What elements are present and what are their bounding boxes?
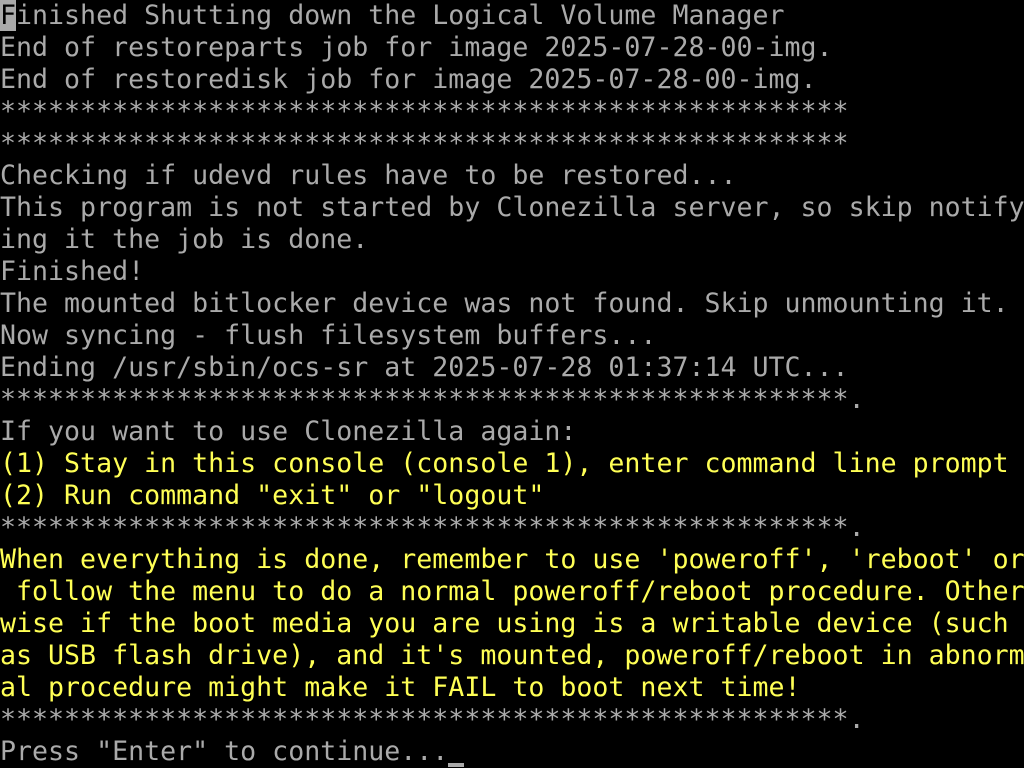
console-warning-line: When everything is done, remember to use… bbox=[0, 544, 1024, 575]
console-warning-line: al procedure might make it FAIL to boot … bbox=[0, 672, 801, 703]
console-option-stay: (1) Stay in this console (console 1), en… bbox=[0, 448, 1009, 479]
press-enter-prompt: Press "Enter" to continue... bbox=[0, 736, 449, 767]
console-separator: ****************************************… bbox=[0, 128, 849, 159]
console-warning-line: follow the menu to do a normal poweroff/… bbox=[0, 576, 1024, 607]
console-warning-line: wise if the boot media you are using is … bbox=[0, 608, 1009, 639]
console-separator: ****************************************… bbox=[0, 512, 865, 543]
console-line-udevd: Checking if udevd rules have to be resto… bbox=[0, 160, 737, 191]
console-line-ending: Ending /usr/sbin/ocs-sr at 2025-07-28 01… bbox=[0, 352, 849, 383]
console-line-lvm: Finished Shutting down the Logical Volum… bbox=[0, 0, 785, 31]
text-cursor-highlight: F bbox=[0, 0, 17, 31]
terminal-console[interactable]: Finished Shutting down the Logical Volum… bbox=[0, 0, 1024, 768]
console-prompt-line[interactable]: Press "Enter" to continue... bbox=[0, 736, 1024, 768]
console-line-restoreparts: End of restoreparts job for image 2025-0… bbox=[0, 32, 833, 63]
console-warning-line: as USB flash drive), and it's mounted, p… bbox=[0, 640, 1024, 671]
console-line-bitlocker: The mounted bitlocker device was not fou… bbox=[0, 288, 1009, 319]
console-line-use-again: If you want to use Clonezilla again: bbox=[0, 416, 577, 447]
console-separator: ****************************************… bbox=[0, 96, 849, 127]
console-line-notify-cont: ing it the job is done. bbox=[0, 224, 369, 255]
console-line-finished: Finished! bbox=[0, 256, 145, 287]
console-separator: ****************************************… bbox=[0, 704, 865, 735]
console-line-syncing: Now syncing - flush filesystem buffers..… bbox=[0, 320, 657, 351]
console-separator: ****************************************… bbox=[0, 384, 865, 415]
console-option-exit: (2) Run command "exit" or "logout" bbox=[0, 480, 545, 511]
text-cursor[interactable] bbox=[448, 763, 465, 767]
console-line-notify: This program is not started by Clonezill… bbox=[0, 192, 1024, 223]
console-line-restoredisk: End of restoredisk job for image 2025-07… bbox=[0, 64, 817, 95]
